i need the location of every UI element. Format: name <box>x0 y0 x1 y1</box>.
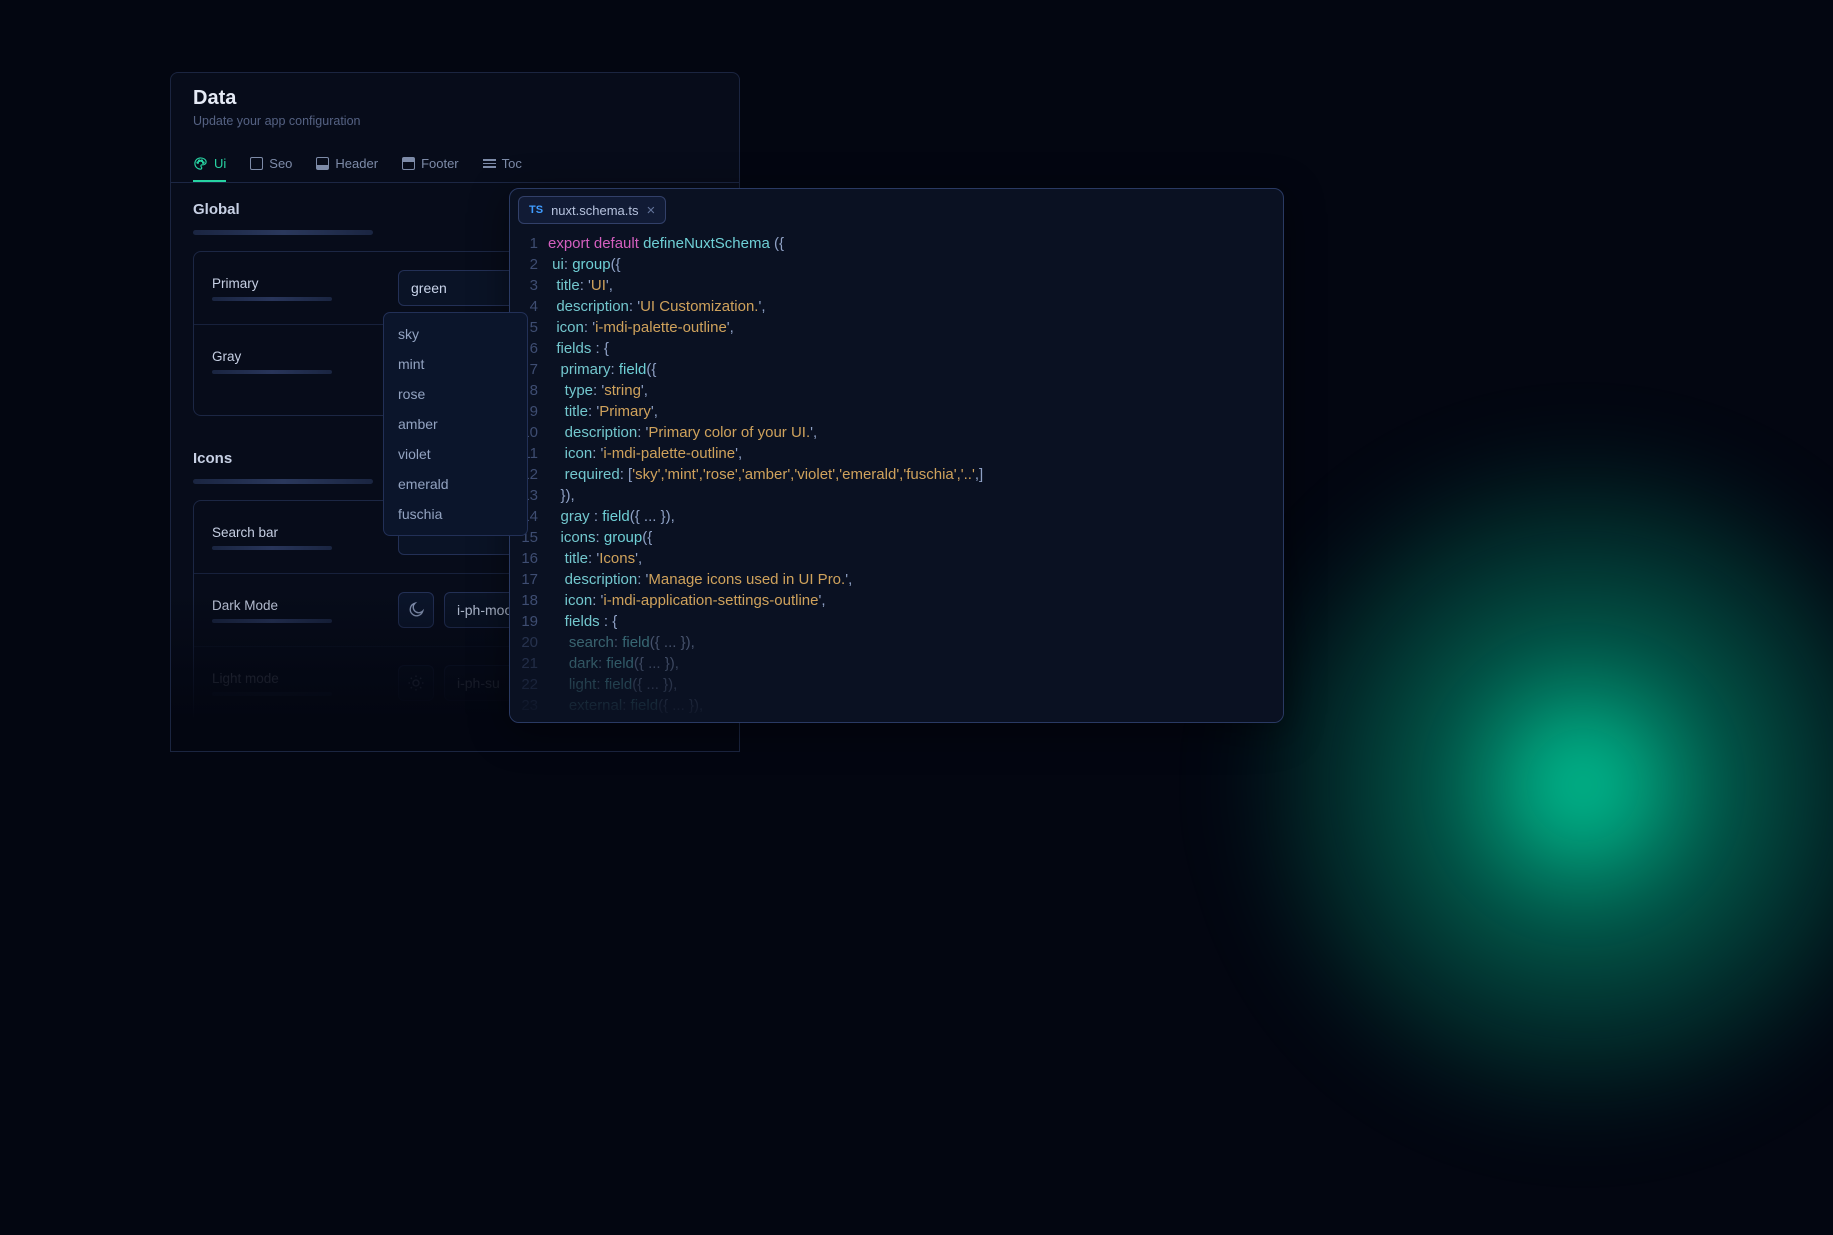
config-tabs: Ui Seo Header Footer Toc <box>171 146 739 183</box>
tab-label: Toc <box>502 156 522 171</box>
tab-header[interactable]: Header <box>316 146 378 182</box>
sun-icon <box>407 674 425 692</box>
searchbar-label: Search bar <box>212 525 382 540</box>
primary-label: Primary <box>212 276 382 291</box>
light-icon-tile[interactable] <box>398 665 434 701</box>
tab-seo[interactable]: Seo <box>250 146 292 182</box>
seo-icon <box>250 157 263 170</box>
option-fuschia[interactable]: fuschia <box>384 499 527 529</box>
code-content: 1export default defineNuxtSchema ({2 ui:… <box>510 233 1283 722</box>
code-editor: TS nuxt.schema.ts × 1export default defi… <box>509 188 1284 723</box>
placeholder-bar <box>212 619 332 623</box>
header-icon <box>316 157 329 170</box>
dark-value: i-ph-moo <box>457 602 512 618</box>
tab-toc[interactable]: Toc <box>483 146 522 182</box>
option-emerald[interactable]: emerald <box>384 469 527 499</box>
primary-dropdown: sky mint rose amber violet emerald fusch… <box>383 312 528 536</box>
tab-label: Seo <box>269 156 292 171</box>
tab-footer[interactable]: Footer <box>402 146 459 182</box>
filename: nuxt.schema.ts <box>551 203 638 218</box>
option-violet[interactable]: violet <box>384 439 527 469</box>
placeholder-bar <box>212 692 332 696</box>
footer-icon <box>402 157 415 170</box>
panel-header: Data Update your app configuration <box>171 73 739 140</box>
placeholder-bar <box>212 546 332 550</box>
dark-icon-tile[interactable] <box>398 592 434 628</box>
tab-label: Ui <box>214 156 226 171</box>
moon-icon <box>407 601 425 619</box>
tab-ui[interactable]: Ui <box>193 146 226 182</box>
panel-title: Data <box>193 87 717 110</box>
placeholder-bar <box>193 230 373 235</box>
tab-label: Header <box>335 156 378 171</box>
placeholder-bar <box>212 370 332 374</box>
primary-value: green <box>411 280 447 296</box>
toc-icon <box>483 157 496 170</box>
option-mint[interactable]: mint <box>384 349 527 379</box>
placeholder-bar <box>212 297 332 301</box>
gray-label: Gray <box>212 349 382 364</box>
file-tab[interactable]: TS nuxt.schema.ts × <box>518 196 666 224</box>
palette-icon <box>193 156 208 171</box>
option-amber[interactable]: amber <box>384 409 527 439</box>
option-rose[interactable]: rose <box>384 379 527 409</box>
close-icon[interactable]: × <box>647 202 656 219</box>
light-value: i-ph-su <box>457 675 500 691</box>
option-sky[interactable]: sky <box>384 319 527 349</box>
filetype-badge: TS <box>529 204 543 216</box>
light-label: Light mode <box>212 671 382 686</box>
dark-label: Dark Mode <box>212 598 382 613</box>
tab-label: Footer <box>421 156 459 171</box>
placeholder-bar <box>193 479 373 484</box>
panel-subtitle: Update your app configuration <box>193 114 717 128</box>
